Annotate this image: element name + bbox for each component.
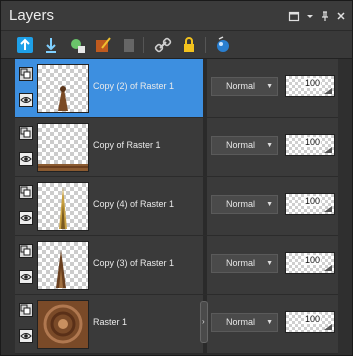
layer-controls: Normal ▼ 100	[207, 177, 338, 235]
layer-name-cell[interactable]: Copy (4) of Raster 1	[15, 177, 203, 235]
layer-name: Copy (3) of Raster 1	[93, 258, 175, 268]
layers-panel: Layers Copy (2) of Raster 1 Normal ▼ 100…	[0, 0, 353, 356]
layer-group-icon[interactable]	[19, 126, 33, 140]
layer-row[interactable]: Copy (3) of Raster 1 Normal ▼ 100	[15, 236, 338, 295]
blend-mode-select[interactable]: Normal ▼	[211, 195, 278, 214]
opacity-value: 100	[303, 78, 321, 88]
blend-mode-value: Normal	[226, 317, 256, 327]
layer-name-cell[interactable]: Copy of Raster 1	[15, 118, 203, 176]
layer-group-icon[interactable]	[19, 303, 33, 317]
chevron-down-icon: ▼	[266, 142, 273, 149]
layers-toolbar	[1, 31, 352, 59]
layer-thumbnail	[37, 182, 89, 231]
opacity-value: 100	[303, 196, 321, 206]
edit-layer-icon[interactable]	[93, 35, 113, 55]
chevron-down-icon: ▼	[266, 260, 273, 267]
layer-controls: Normal ▼ 100	[207, 118, 338, 176]
layer-thumbnail	[37, 64, 89, 113]
panel-title: Layers	[9, 7, 55, 24]
blend-mode-select[interactable]: Normal ▼	[211, 77, 278, 96]
opacity-value: 100	[303, 255, 321, 265]
layer-row[interactable]: Copy of Raster 1 Normal ▼ 100	[15, 118, 338, 177]
new-adjustment-layer-icon[interactable]	[67, 35, 87, 55]
chevron-down-icon: ▼	[266, 201, 273, 208]
layer-visibility-toggle-icon[interactable]	[213, 35, 233, 55]
opacity-field[interactable]: 100	[285, 311, 335, 333]
dropdown-menu-icon[interactable]	[304, 10, 316, 22]
opacity-value: 100	[303, 314, 321, 324]
layer-thumbnail	[37, 300, 89, 349]
panel-titlebar: Layers	[1, 1, 352, 31]
visibility-eye-icon[interactable]	[19, 270, 33, 284]
opacity-field[interactable]: 100	[285, 193, 335, 215]
layer-controls: Normal ▼ 100	[207, 236, 338, 294]
layer-controls: Normal ▼ 100	[207, 59, 338, 117]
layer-row[interactable]: Raster 1 Normal ▼ 100	[15, 295, 338, 354]
layer-group-icon[interactable]	[19, 244, 33, 258]
panel-splitter-handle[interactable]: ›	[200, 301, 208, 343]
layer-row[interactable]: Copy (4) of Raster 1 Normal ▼ 100	[15, 177, 338, 236]
toolbar-separator	[205, 37, 206, 53]
opacity-field[interactable]: 100	[285, 252, 335, 274]
new-vector-layer-icon[interactable]	[41, 35, 61, 55]
blend-mode-select[interactable]: Normal ▼	[211, 313, 278, 332]
blend-mode-select[interactable]: Normal ▼	[211, 254, 278, 273]
link-layers-icon[interactable]	[153, 35, 173, 55]
blend-mode-value: Normal	[226, 199, 256, 209]
chevron-down-icon: ▼	[266, 83, 273, 90]
visibility-eye-icon[interactable]	[19, 152, 33, 166]
layer-row[interactable]: Copy (2) of Raster 1 Normal ▼ 100	[15, 59, 338, 118]
visibility-eye-icon[interactable]	[19, 211, 33, 225]
chevron-down-icon: ▼	[266, 319, 273, 326]
blend-mode-value: Normal	[226, 81, 256, 91]
layer-name-cell[interactable]: Raster 1	[15, 295, 203, 353]
layer-list: Copy (2) of Raster 1 Normal ▼ 100 Copy of Ra…	[15, 59, 338, 355]
new-raster-layer-icon[interactable]	[15, 35, 35, 55]
layer-name: Raster 1	[93, 317, 128, 327]
layer-group-icon[interactable]	[19, 185, 33, 199]
delete-layer-icon[interactable]	[119, 35, 139, 55]
visibility-eye-icon[interactable]	[19, 329, 33, 343]
pin-icon[interactable]	[319, 10, 331, 22]
opacity-field[interactable]: 100	[285, 134, 335, 156]
layer-name: Copy (2) of Raster 1	[93, 81, 175, 91]
layer-name: Copy of Raster 1	[93, 140, 161, 150]
layer-name: Copy (4) of Raster 1	[93, 199, 175, 209]
opacity-value: 100	[303, 137, 321, 147]
layer-thumbnail	[37, 241, 89, 290]
restore-window-icon[interactable]	[288, 10, 300, 22]
layer-group-icon[interactable]	[19, 67, 33, 81]
blend-mode-value: Normal	[226, 258, 256, 268]
opacity-field[interactable]: 100	[285, 75, 335, 97]
visibility-eye-icon[interactable]	[19, 93, 33, 107]
layer-controls: Normal ▼ 100	[207, 295, 338, 353]
blend-mode-select[interactable]: Normal ▼	[211, 136, 278, 155]
close-icon[interactable]	[335, 10, 347, 22]
blend-mode-value: Normal	[226, 140, 256, 150]
lock-layer-icon[interactable]	[179, 35, 199, 55]
toolbar-separator	[143, 37, 144, 53]
layer-name-cell[interactable]: Copy (2) of Raster 1	[15, 59, 203, 117]
layer-name-cell[interactable]: Copy (3) of Raster 1	[15, 236, 203, 294]
layer-thumbnail	[37, 123, 89, 172]
